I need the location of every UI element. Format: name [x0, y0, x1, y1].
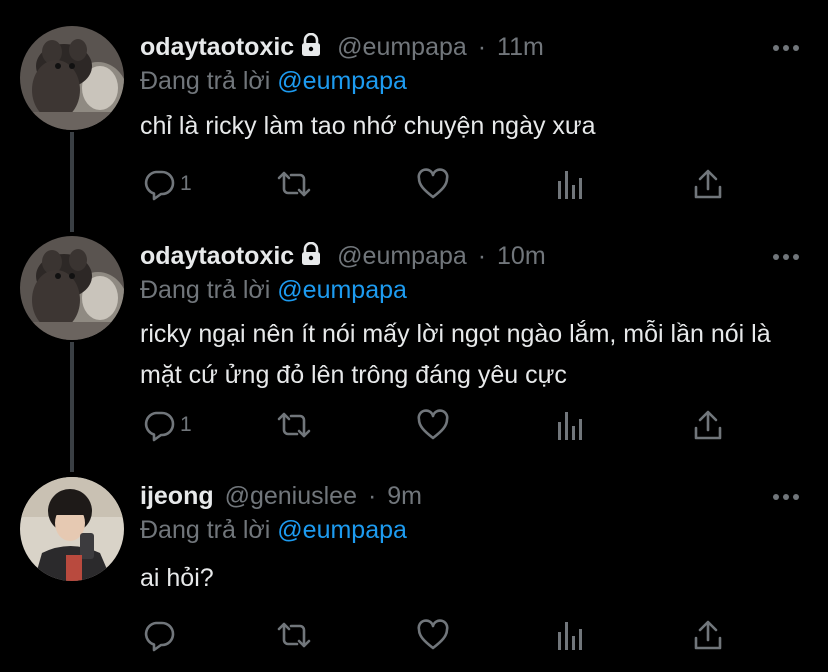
action-bar: 1 — [142, 408, 742, 442]
avatar[interactable] — [20, 477, 124, 581]
mention-link[interactable]: @eumpapa — [277, 276, 407, 304]
analytics-icon — [556, 408, 586, 442]
reply-count: 1 — [180, 172, 192, 195]
share-button[interactable] — [692, 408, 724, 442]
tweet-header: ijeong @geniuslee · 9m — [140, 482, 422, 511]
tweet-header: odaytaotoxic @eumpapa · 10m — [140, 241, 546, 273]
analytics-icon — [556, 167, 586, 201]
replying-to: Đang trả lời @eumpapa — [140, 276, 407, 305]
mention-link[interactable]: @eumpapa — [277, 67, 407, 95]
retweet-icon — [276, 618, 312, 652]
reply-count: 1 — [180, 413, 192, 436]
replying-prefix: Đang trả lời — [140, 276, 271, 304]
retweet-button[interactable] — [276, 618, 312, 652]
replying-to: Đang trả lời @eumpapa — [140, 67, 407, 96]
avatar[interactable] — [20, 236, 124, 340]
share-icon — [692, 618, 724, 652]
tweet-text: chỉ là ricky làm tao nhớ chuyện ngày xưa — [140, 112, 596, 140]
retweet-icon — [276, 167, 312, 201]
more-icon[interactable] — [772, 249, 800, 260]
reply-icon — [142, 618, 176, 652]
timestamp[interactable]: 11m — [497, 33, 544, 61]
more-icon[interactable] — [772, 489, 800, 500]
separator-dot: · — [477, 33, 487, 61]
reply-button[interactable]: 1 — [142, 167, 192, 201]
tweet[interactable]: ijeong @geniuslee · 9m Đang trả lời @eum… — [0, 470, 828, 672]
replying-prefix: Đang trả lời — [140, 67, 271, 95]
retweet-button[interactable] — [276, 408, 312, 442]
user-handle[interactable]: @eumpapa — [337, 242, 467, 270]
mention-link[interactable]: @eumpapa — [277, 516, 407, 544]
like-icon — [416, 167, 450, 201]
lock-icon — [300, 32, 322, 64]
reply-icon — [142, 167, 176, 201]
tweet-header: odaytaotoxic @eumpapa · 11m — [140, 32, 544, 64]
like-button[interactable] — [416, 408, 450, 442]
reply-icon — [142, 408, 176, 442]
share-icon — [692, 408, 724, 442]
action-bar: 1 — [142, 167, 742, 201]
action-bar — [142, 618, 742, 652]
retweet-icon — [276, 408, 312, 442]
like-button[interactable] — [416, 167, 450, 201]
separator-dot: · — [367, 482, 377, 510]
reply-button[interactable]: 1 — [142, 408, 192, 442]
retweet-button[interactable] — [276, 167, 312, 201]
more-icon[interactable] — [772, 40, 800, 51]
tweet[interactable]: odaytaotoxic @eumpapa · 10m Đang trả lời… — [0, 230, 828, 470]
like-icon — [416, 618, 450, 652]
replying-to: Đang trả lời @eumpapa — [140, 516, 407, 545]
separator-dot: · — [477, 242, 487, 270]
analytics-button[interactable] — [556, 408, 586, 442]
lock-icon — [300, 241, 322, 273]
timestamp[interactable]: 10m — [497, 242, 546, 270]
timestamp[interactable]: 9m — [387, 482, 422, 510]
avatar[interactable] — [20, 26, 124, 130]
replying-prefix: Đang trả lời — [140, 516, 271, 544]
share-icon — [692, 167, 724, 201]
display-name[interactable]: odaytaotoxic — [140, 242, 294, 270]
tweet-text: ai hỏi? — [140, 564, 214, 592]
user-handle[interactable]: @eumpapa — [337, 33, 467, 61]
analytics-icon — [556, 618, 586, 652]
share-button[interactable] — [692, 167, 724, 201]
reply-button[interactable] — [142, 618, 180, 652]
like-icon — [416, 408, 450, 442]
share-button[interactable] — [692, 618, 724, 652]
user-handle[interactable]: @geniuslee — [225, 482, 357, 510]
tweet-text: ricky ngại nên ít nói mấy lời ngọt ngào … — [140, 320, 771, 389]
display-name[interactable]: ijeong — [140, 482, 214, 510]
like-button[interactable] — [416, 618, 450, 652]
analytics-button[interactable] — [556, 167, 586, 201]
tweet[interactable]: odaytaotoxic @eumpapa · 11m Đang trả lời… — [0, 0, 828, 230]
display-name[interactable]: odaytaotoxic — [140, 33, 294, 61]
analytics-button[interactable] — [556, 618, 586, 652]
